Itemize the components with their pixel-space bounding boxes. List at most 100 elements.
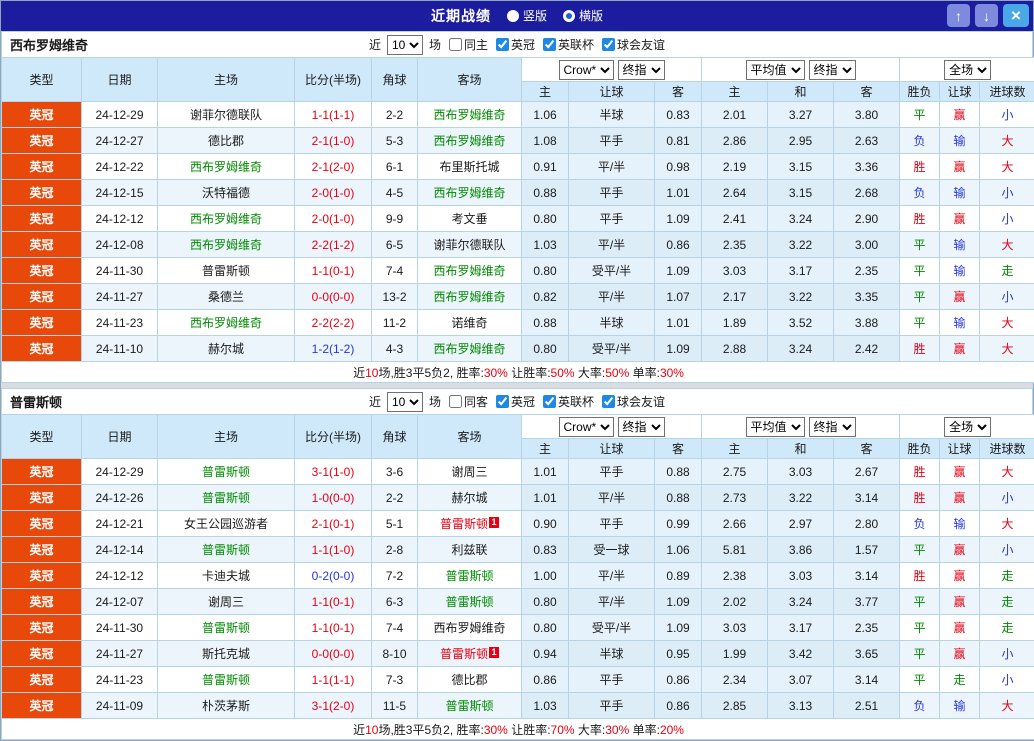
handicap-cell: 受一球	[569, 537, 655, 563]
handicap-cell: 平手	[569, 511, 655, 537]
avg-source-select[interactable]: 平均值	[746, 417, 805, 437]
avg-draw-cell: 3.03	[768, 459, 834, 485]
away-team-name: 普雷斯顿	[440, 647, 488, 661]
filter-checkbox[interactable]: 同客	[449, 393, 488, 410]
odds-source-select[interactable]: Crow*	[559, 417, 614, 437]
result-goals-cell: 大	[980, 511, 1034, 537]
away-team-cell: 考文垂	[418, 206, 522, 232]
avg-final-select[interactable]: 终指	[809, 60, 856, 80]
avg-away-cell: 3.36	[834, 154, 900, 180]
column-subheader: 客	[834, 82, 900, 102]
summary-text: 10	[365, 366, 378, 380]
match-scope-select[interactable]: 全场	[944, 417, 991, 437]
result-handicap-cell: 赢	[940, 563, 980, 589]
column-subheader: 主	[702, 82, 768, 102]
home-team-cell: 西布罗姆维奇	[158, 206, 295, 232]
match-row: 英冠24-11-23西布罗姆维奇2-2(2-2)11-2诺维奇0.88半球1.0…	[2, 310, 1034, 336]
column-header-home: 主场	[158, 58, 295, 102]
result-outcome-cell: 平	[900, 641, 940, 667]
avg-home-cell: 2.75	[702, 459, 768, 485]
filter-checkbox[interactable]: 英联杯	[543, 393, 594, 410]
result-goals-cell: 小	[980, 102, 1034, 128]
odds-source-select[interactable]: Crow*	[559, 60, 614, 80]
avg-home-cell: 2.86	[702, 128, 768, 154]
match-filter-controls: 近10场同主英冠英联杯球会友谊	[369, 35, 665, 55]
avg-away-cell: 3.35	[834, 284, 900, 310]
avg-away-cell: 2.51	[834, 693, 900, 719]
odds-final-select[interactable]: 终指	[618, 60, 665, 80]
filter-checkbox-input[interactable]	[543, 38, 556, 51]
avg-home-cell: 2.73	[702, 485, 768, 511]
date-cell: 24-11-23	[82, 667, 158, 693]
odds-away-cell: 1.09	[655, 258, 702, 284]
avg-away-cell: 3.80	[834, 102, 900, 128]
home-team-name: 赫尔城	[208, 342, 244, 356]
odds-home-cell: 1.00	[522, 563, 569, 589]
filter-checkbox[interactable]: 英冠	[496, 393, 535, 410]
avg-source-select[interactable]: 平均值	[746, 60, 805, 80]
filter-checkbox-input[interactable]	[496, 38, 509, 51]
filter-checkbox-input[interactable]	[449, 38, 462, 51]
away-team-cell: 普雷斯顿1	[418, 511, 522, 537]
match-scope-select[interactable]: 全场	[944, 60, 991, 80]
result-handicap-cell: 赢	[940, 589, 980, 615]
filter-checkbox-input[interactable]	[449, 395, 462, 408]
match-count-select[interactable]: 10	[387, 35, 423, 55]
filter-checkbox-input[interactable]	[496, 395, 509, 408]
section-header: 西布罗姆维奇近10场同主英冠英联杯球会友谊	[1, 31, 1033, 57]
result-handicap-cell: 赢	[940, 615, 980, 641]
title-group: 近期战绩 竖版横版	[1, 6, 1033, 26]
away-team-name: 西布罗姆维奇	[433, 108, 505, 122]
filter-checkbox-input[interactable]	[602, 395, 615, 408]
filter-checkbox[interactable]: 英联杯	[543, 36, 594, 53]
away-team-cell: 西布罗姆维奇	[418, 128, 522, 154]
league-cell: 英冠	[2, 258, 82, 284]
odds-away-cell: 0.86	[655, 667, 702, 693]
score-cell: 2-1(2-0)	[295, 154, 372, 180]
odds-away-cell: 0.86	[655, 232, 702, 258]
match-row: 英冠24-11-09朴茨茅斯3-1(2-0)11-5普雷斯顿1.03平手0.86…	[2, 693, 1034, 719]
filter-checkbox-input[interactable]	[602, 38, 615, 51]
team-name: 普雷斯顿	[10, 392, 62, 411]
filter-checkbox-input[interactable]	[543, 395, 556, 408]
home-team-cell: 西布罗姆维奇	[158, 232, 295, 258]
odds-away-cell: 0.95	[655, 641, 702, 667]
result-handicap-cell: 赢	[940, 641, 980, 667]
filter-checkbox[interactable]: 同主	[449, 36, 488, 53]
filter-checkbox[interactable]: 球会友谊	[602, 36, 665, 53]
home-team-name: 谢周三	[208, 595, 244, 609]
match-row: 英冠24-11-27桑德兰0-0(0-0)13-2西布罗姆维奇0.82平/半1.…	[2, 284, 1034, 310]
odds-home-cell: 0.88	[522, 310, 569, 336]
odds-home-cell: 0.83	[522, 537, 569, 563]
result-goals-cell: 走	[980, 563, 1034, 589]
odds-select-header: Crow*终指	[522, 415, 702, 439]
avg-away-cell: 2.42	[834, 336, 900, 362]
match-row: 英冠24-12-15沃特福德2-0(1-0)4-5西布罗姆维奇0.88平手1.0…	[2, 180, 1034, 206]
odds-home-cell: 1.03	[522, 232, 569, 258]
score-cell: 1-1(1-0)	[295, 537, 372, 563]
move-up-button[interactable]: ↑	[947, 4, 970, 27]
odds-final-select[interactable]: 终指	[618, 417, 665, 437]
avg-final-select[interactable]: 终指	[809, 417, 856, 437]
date-cell: 24-11-30	[82, 258, 158, 284]
away-team-cell: 赫尔城	[418, 485, 522, 511]
away-team-name: 西布罗姆维奇	[433, 621, 505, 635]
move-down-button[interactable]: ↓	[975, 4, 998, 27]
layout-radio-horizontal[interactable]: 横版	[563, 7, 603, 24]
layout-radio-vertical[interactable]: 竖版	[507, 7, 547, 24]
odds-away-cell: 0.99	[655, 511, 702, 537]
date-cell: 24-12-26	[82, 485, 158, 511]
match-row: 英冠24-12-12西布罗姆维奇2-0(1-0)9-9考文垂0.80平手1.09…	[2, 206, 1034, 232]
avg-home-cell: 2.02	[702, 589, 768, 615]
result-handicap-cell: 输	[940, 310, 980, 336]
result-goals-cell: 大	[980, 128, 1034, 154]
match-count-select[interactable]: 10	[387, 392, 423, 412]
close-button[interactable]: ×	[1003, 4, 1029, 27]
league-cell: 英冠	[2, 128, 82, 154]
filter-checkbox[interactable]: 球会友谊	[602, 393, 665, 410]
result-goals-cell: 小	[980, 641, 1034, 667]
filter-checkbox[interactable]: 英冠	[496, 36, 535, 53]
away-team-name: 谢周三	[451, 465, 487, 479]
away-team-name: 布里斯托城	[439, 160, 499, 174]
column-subheader: 主	[522, 439, 569, 459]
